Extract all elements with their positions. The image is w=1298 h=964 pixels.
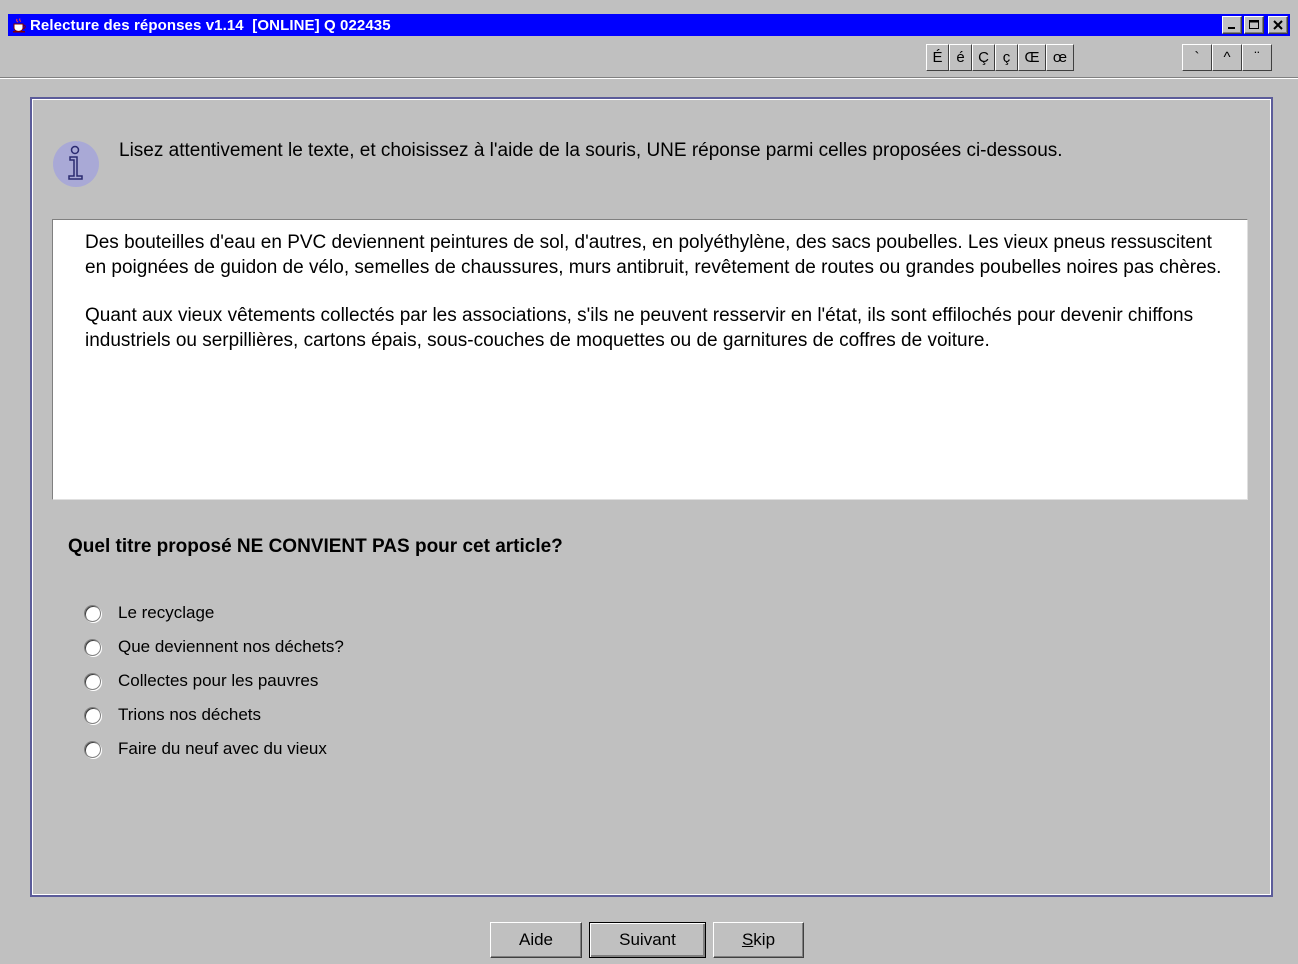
diacritic-toolbar: ` ^ ¨ [1182,44,1272,71]
char-button-oe[interactable]: œ [1046,44,1074,71]
article-text-box: Des bouteilles d'eau en PVC deviennent p… [52,219,1248,500]
answer-label[interactable]: Le recyclage [118,603,214,623]
article-paragraph: Quant aux vieux vêtements collectés par … [85,305,1194,351]
answer-label[interactable]: Faire du neuf avec du vieux [118,739,327,759]
window-controls [1222,16,1288,34]
radio-button[interactable] [84,740,101,758]
maximize-icon [1249,20,1259,29]
action-buttons: Aide Suivant Skip [490,922,804,958]
char-button-diaeresis[interactable]: ¨ [1242,44,1272,71]
application-window: Relecture des réponses v1.14 [ONLINE] Q … [0,0,1298,964]
skip-mnemonic: S [741,930,754,949]
char-button-e-acute[interactable]: é [949,44,972,71]
char-button-OE-upper[interactable]: Œ [1018,44,1046,71]
radio-button[interactable] [84,706,101,724]
info-icon [52,140,100,188]
java-cup-icon [10,16,28,34]
close-button[interactable] [1268,16,1288,34]
skip-button[interactable]: Skip [713,922,804,958]
char-button-E-acute-upper[interactable]: É [926,44,949,71]
answer-option-2[interactable]: Que deviennent nos déchets? [84,630,344,664]
toolbar-separator [0,77,1298,79]
title-bar[interactable]: Relecture des réponses v1.14 [ONLINE] Q … [8,14,1290,36]
answer-option-3[interactable]: Collectes pour les pauvres [84,664,344,698]
answer-label[interactable]: Que deviennent nos déchets? [118,637,344,657]
maximize-button[interactable] [1244,16,1264,34]
answer-options: Le recyclage Que deviennent nos déchets?… [84,596,344,766]
minimize-button[interactable] [1222,16,1242,34]
answer-label[interactable]: Trions nos déchets [118,705,261,725]
answer-option-5[interactable]: Faire du neuf avec du vieux [84,732,344,766]
minimize-icon [1228,27,1235,29]
char-button-circumflex[interactable]: ^ [1212,44,1242,71]
char-button-c-cedilla[interactable]: ç [995,44,1018,71]
radio-button[interactable] [84,638,101,656]
help-button[interactable]: Aide [490,922,582,958]
answer-label[interactable]: Collectes pour les pauvres [118,671,318,691]
window-title: Relecture des réponses v1.14 [ONLINE] Q … [30,16,391,34]
next-button[interactable]: Suivant [589,922,706,958]
question-title: Quel titre proposé NE CONVIENT PAS pour … [68,536,563,557]
close-icon [1273,20,1283,30]
answer-option-1[interactable]: Le recyclage [84,596,344,630]
answer-option-4[interactable]: Trions nos déchets [84,698,344,732]
accent-char-toolbar: É é Ç ç Œ œ [926,44,1074,71]
char-button-C-cedilla-upper[interactable]: Ç [972,44,995,71]
skip-label-rest: kip [753,930,776,949]
instruction-text: Lisez attentivement le texte, et choisis… [119,140,1063,161]
radio-button[interactable] [84,672,101,690]
char-button-grave[interactable]: ` [1182,44,1212,71]
radio-button[interactable] [84,604,101,622]
article-paragraph: Des bouteilles d'eau en PVC deviennent p… [85,232,1222,278]
